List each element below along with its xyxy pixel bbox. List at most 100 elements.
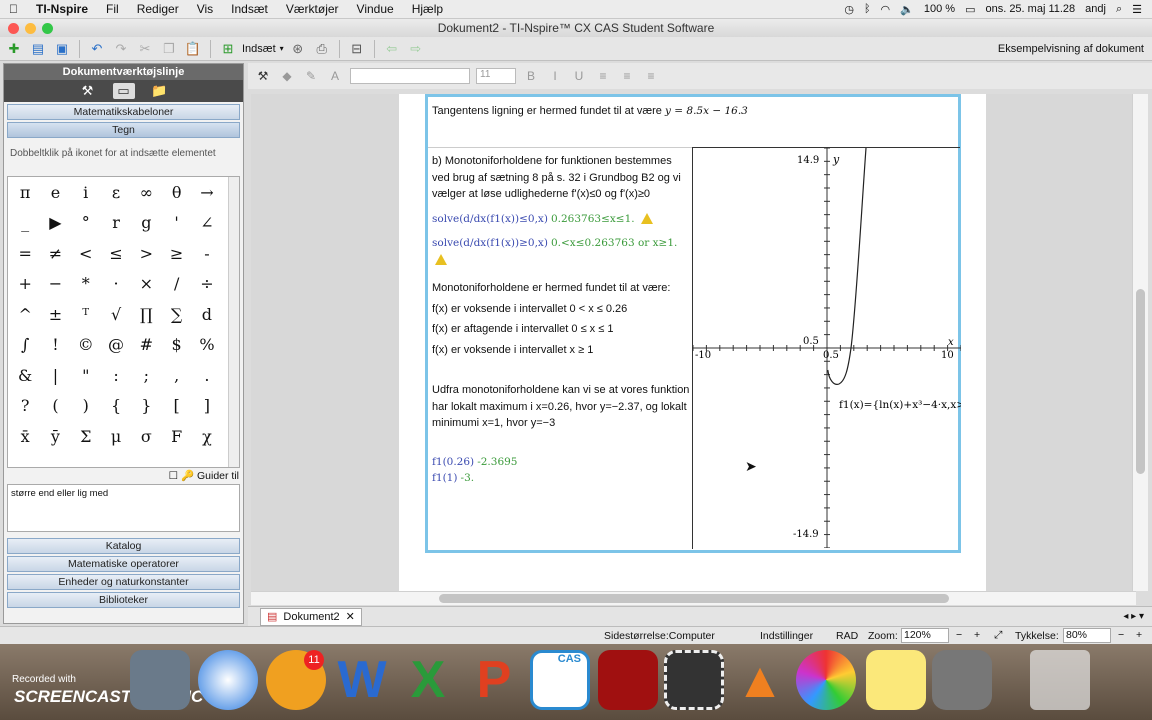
vertical-scroll-thumb[interactable] bbox=[1136, 289, 1145, 474]
angle-mode-status[interactable]: RAD bbox=[836, 630, 858, 642]
symbol-key[interactable]: − bbox=[40, 274, 70, 293]
new-document-icon[interactable]: ✚ bbox=[4, 40, 24, 58]
symbol-key[interactable]: ) bbox=[71, 396, 101, 415]
symbol-key[interactable]: ± bbox=[40, 305, 70, 324]
symbol-key[interactable]: ° bbox=[71, 213, 101, 232]
symbol-key[interactable]: ∑ bbox=[161, 305, 191, 324]
symbol-key[interactable]: F bbox=[161, 427, 191, 446]
math-operators-button[interactable]: Matematiske operatorer bbox=[7, 556, 240, 572]
symbol-key[interactable]: θ bbox=[161, 183, 191, 202]
cut-icon[interactable]: ✂ bbox=[135, 40, 155, 58]
symbol-key[interactable]: > bbox=[131, 244, 161, 263]
bold-icon[interactable]: B bbox=[522, 69, 540, 83]
catalog-button[interactable]: Katalog bbox=[7, 538, 240, 554]
symbol-key[interactable]: e bbox=[40, 183, 70, 202]
symbol-key[interactable]: g bbox=[131, 213, 161, 232]
symbol-key[interactable]: ; bbox=[131, 366, 161, 385]
battery-text[interactable]: 100 % bbox=[924, 3, 955, 15]
units-constants-button[interactable]: Enheder og naturkonstanter bbox=[7, 574, 240, 590]
horizontal-scrollbar[interactable] bbox=[251, 591, 1136, 605]
search-icon[interactable]: ⌕ bbox=[1116, 3, 1122, 16]
symbol-key[interactable]: : bbox=[101, 366, 131, 385]
symbol-key[interactable]: ÷ bbox=[192, 274, 222, 293]
eval-1-input[interactable]: f1(0.26) bbox=[432, 456, 474, 468]
symbol-key[interactable]: ' bbox=[161, 213, 191, 232]
time-machine-icon[interactable]: ◷ bbox=[844, 3, 854, 16]
bluetooth-icon[interactable]: ᛒ bbox=[864, 3, 871, 15]
warning-icon[interactable] bbox=[435, 254, 447, 266]
screenshot-icon[interactable]: ⎙ bbox=[312, 40, 332, 58]
symbol-key[interactable]: ≤ bbox=[101, 244, 131, 263]
volume-icon[interactable]: 🔈 bbox=[900, 3, 914, 16]
symbol-key[interactable]: ∞ bbox=[131, 183, 161, 202]
graph-panel[interactable]: 14.9 y -14.9 -10 10 x 0.5 0.5 f1(x)={ln(… bbox=[692, 147, 965, 549]
zoom-select[interactable]: 120% bbox=[901, 628, 949, 643]
zoom-window-button[interactable] bbox=[42, 23, 53, 34]
symbol-key[interactable]: √ bbox=[101, 305, 131, 324]
symbol-key[interactable]: i bbox=[71, 183, 101, 202]
symbol-key[interactable]: + bbox=[10, 274, 40, 293]
symbol-key[interactable]: ∫ bbox=[10, 335, 40, 354]
symbol-key[interactable]: Σ bbox=[71, 427, 101, 446]
zoom-in-button[interactable]: + bbox=[974, 629, 980, 641]
menu-vindue[interactable]: Vindue bbox=[348, 2, 403, 16]
variable-icon[interactable]: ⊛ bbox=[288, 40, 308, 58]
launchpad-icon[interactable] bbox=[130, 650, 190, 710]
tools-icon[interactable]: ⚒ bbox=[77, 83, 99, 99]
symbol-key[interactable]: . bbox=[192, 366, 222, 385]
symbol-key[interactable]: d bbox=[192, 305, 222, 324]
apple-icon[interactable]:  bbox=[0, 2, 27, 16]
symbol-key[interactable]: ≠ bbox=[40, 244, 70, 263]
content-explorer-icon[interactable]: 📁 bbox=[149, 83, 171, 99]
minimize-window-button[interactable] bbox=[25, 23, 36, 34]
notes-frame[interactable]: Tangentens ligning er hermed fundet til … bbox=[425, 94, 965, 553]
vertical-scrollbar[interactable] bbox=[1132, 94, 1148, 591]
math-templates-button[interactable]: Matematikskabeloner bbox=[7, 104, 240, 120]
symbol-key[interactable]: < bbox=[71, 244, 101, 263]
acrobat-icon[interactable] bbox=[598, 650, 658, 710]
insert-menu-button[interactable]: Indsæt bbox=[242, 43, 276, 55]
symbol-key[interactable]: % bbox=[192, 335, 222, 354]
symbol-key[interactable]: ( bbox=[40, 396, 70, 415]
save-icon[interactable]: ▣ bbox=[52, 40, 72, 58]
underline-icon[interactable]: U bbox=[570, 69, 588, 83]
text-color-icon[interactable]: A bbox=[326, 69, 344, 83]
redo-icon[interactable]: ↷ bbox=[111, 40, 131, 58]
list-icon[interactable]: ☰ bbox=[1132, 3, 1142, 16]
symbol-key[interactable]: × bbox=[131, 274, 161, 293]
symbol-key[interactable]: · bbox=[101, 274, 131, 293]
close-window-button[interactable] bbox=[8, 23, 19, 34]
utilities-icon[interactable]: ▭ bbox=[112, 83, 135, 99]
menu-indsaet[interactable]: Indsæt bbox=[222, 2, 277, 16]
symbol-key[interactable]: & bbox=[10, 366, 40, 385]
tab-dokument2[interactable]: ▤ Dokument2 ✕ bbox=[260, 607, 362, 626]
next-page-icon[interactable]: ⇨ bbox=[406, 40, 426, 58]
symbol-key[interactable]: ^ bbox=[10, 305, 40, 324]
symbol-key[interactable]: → bbox=[192, 183, 222, 202]
symbol-key[interactable]: ȳ bbox=[40, 427, 70, 446]
user-name[interactable]: andj bbox=[1085, 3, 1106, 15]
symbol-key[interactable]: | bbox=[40, 366, 70, 385]
solve-line-2[interactable]: solve(d/dx(f1(x))≥0,x) 0.<x≤0.263763 or … bbox=[432, 235, 690, 268]
graph-canvas[interactable]: 14.9 y -14.9 -10 10 x 0.5 0.5 f1(x)={ln(… bbox=[692, 147, 965, 549]
settings-status[interactable]: Indstillinger bbox=[760, 630, 813, 642]
close-tab-icon[interactable]: ✕ bbox=[346, 610, 355, 623]
solve-line-1[interactable]: solve(d/dx(f1(x))≤0,x) 0.263763≤x≤1. bbox=[432, 211, 690, 228]
line-color-icon[interactable]: ✎ bbox=[302, 69, 320, 83]
eval-2-input[interactable]: f1(1) bbox=[432, 472, 457, 484]
symbol-key[interactable]: ᵀ bbox=[71, 305, 101, 324]
menu-fil[interactable]: Fil bbox=[97, 2, 128, 16]
datetime[interactable]: ons. 25. maj 11.28 bbox=[985, 3, 1075, 15]
symbol-key[interactable]: ∏ bbox=[131, 305, 161, 324]
insert-page-icon[interactable]: ⊞ bbox=[218, 40, 238, 58]
guide-checkbox[interactable]: ☐ bbox=[169, 470, 178, 482]
symbol-key[interactable]: ? bbox=[10, 396, 40, 415]
symbol-key[interactable]: ▶ bbox=[40, 213, 70, 232]
symbol-key[interactable]: - bbox=[192, 244, 222, 263]
align-right-icon[interactable]: ≡ bbox=[642, 69, 660, 83]
font-family-select[interactable] bbox=[350, 68, 470, 84]
undo-icon[interactable]: ↶ bbox=[87, 40, 107, 58]
previous-page-icon[interactable]: ⇦ bbox=[382, 40, 402, 58]
screenshot-app-icon[interactable] bbox=[664, 650, 724, 710]
tools-menu-icon[interactable]: ⚒ bbox=[254, 69, 272, 83]
